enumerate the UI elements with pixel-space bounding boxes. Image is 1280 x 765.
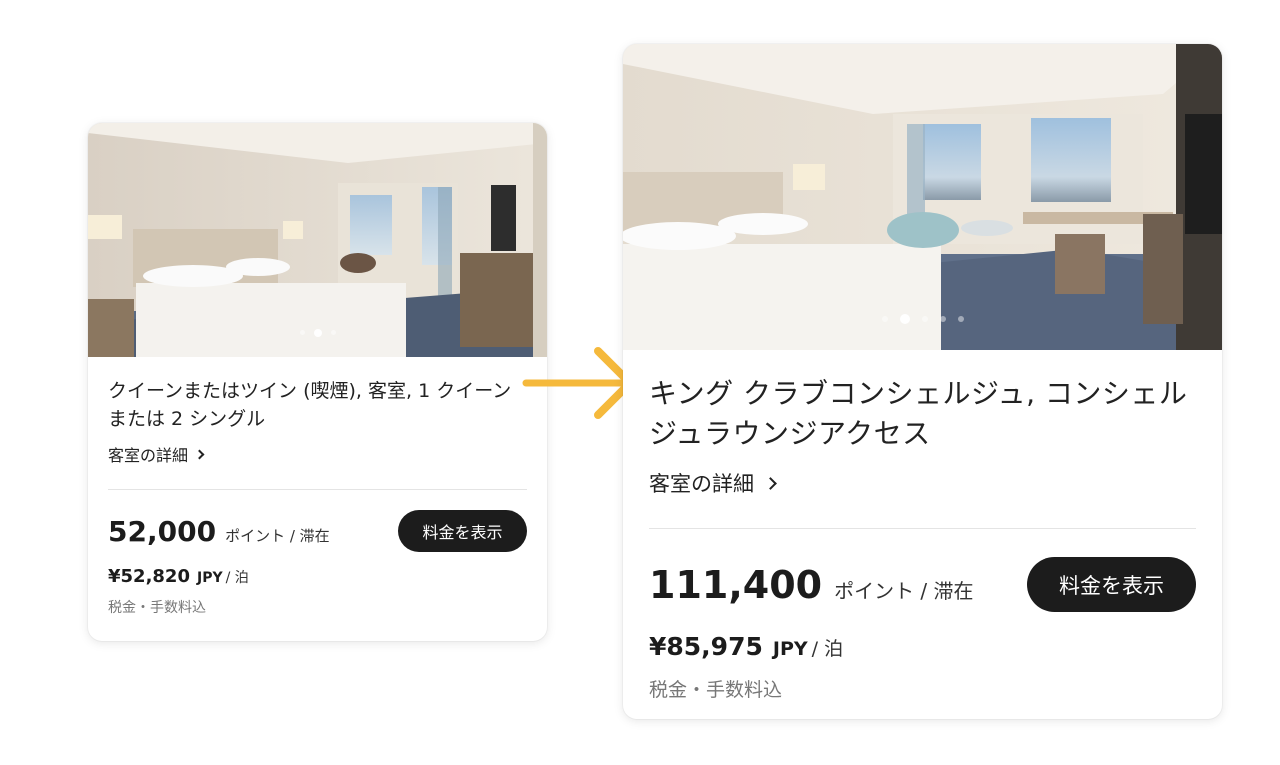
show-rates-button[interactable]: 料金を表示 — [398, 510, 527, 552]
room-photo-carousel[interactable] — [88, 123, 547, 357]
room-title: キング クラブコンシェルジュ, コンシェルジュラウンジアクセス — [649, 377, 1188, 450]
room-details-link[interactable]: 客室の詳細 — [649, 468, 777, 498]
price-per-night: / 泊 — [811, 638, 844, 660]
tax-note: 税金・手数料込 — [649, 679, 783, 701]
carousel-dot-active[interactable] — [313, 329, 322, 337]
price-amount: ¥85,975 — [649, 632, 763, 661]
room-details-link[interactable]: 客室の詳細 — [108, 442, 205, 466]
points-price: 52,000 ポイント / 滞在 — [108, 515, 330, 548]
chevron-right-icon — [194, 449, 205, 459]
chevron-right-icon — [764, 476, 777, 490]
price-amount: ¥52,820 — [108, 566, 190, 587]
divider — [649, 528, 1196, 529]
carousel-dot-active[interactable] — [899, 314, 910, 324]
price-per-night: / 泊 — [225, 570, 249, 586]
price-currency: JPY — [772, 638, 808, 660]
arrow-right-icon — [522, 347, 634, 419]
cash-price: ¥85,975 JPY / 泊 — [649, 632, 1196, 661]
show-rates-button[interactable]: 料金を表示 — [1027, 557, 1196, 612]
carousel-dot[interactable] — [330, 330, 336, 335]
tax-note: 税金・手数料込 — [108, 600, 206, 616]
carousel-dots[interactable] — [88, 329, 547, 337]
price-currency: JPY — [196, 570, 223, 586]
room-details-label: 客室の詳細 — [108, 446, 189, 465]
cash-price: ¥52,820 JPY / 泊 — [108, 566, 527, 587]
points-amount: 52,000 — [108, 514, 217, 548]
room-details-label: 客室の詳細 — [649, 472, 754, 496]
carousel-dots[interactable] — [623, 314, 1222, 324]
room-card-before: クイーンまたはツイン (喫煙), 客室, 1 クイーン または 2 シングル 客… — [88, 123, 547, 641]
carousel-dot[interactable] — [299, 330, 305, 335]
room-card-after: キング クラブコンシェルジュ, コンシェルジュラウンジアクセス 客室の詳細 11… — [623, 44, 1222, 719]
carousel-dot[interactable] — [881, 316, 888, 322]
room-title: クイーンまたはツイン (喫煙), 客室, 1 クイーン または 2 シングル — [108, 380, 512, 430]
room-photo — [88, 123, 547, 357]
points-unit: ポイント / 滞在 — [225, 526, 330, 545]
points-unit: ポイント / 滞在 — [834, 578, 974, 603]
divider — [108, 489, 527, 490]
room-photo — [623, 44, 1222, 350]
carousel-dot[interactable] — [921, 316, 928, 322]
carousel-dot[interactable] — [957, 316, 964, 322]
carousel-dot[interactable] — [939, 316, 946, 322]
points-price: 111,400 ポイント / 滞在 — [649, 563, 974, 607]
points-amount: 111,400 — [649, 562, 823, 607]
room-photo-carousel[interactable] — [623, 44, 1222, 350]
